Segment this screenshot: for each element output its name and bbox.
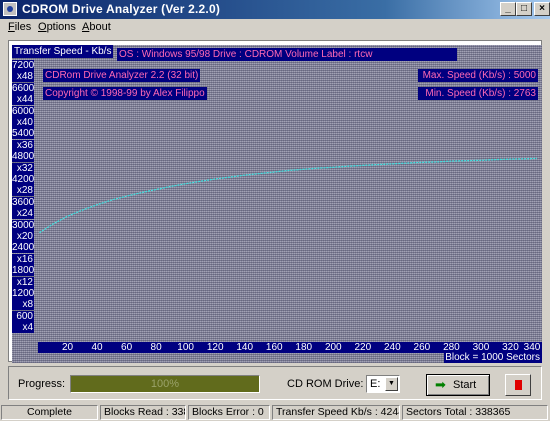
- status-transfer-speed: Transfer Speed Kb/s : 4244: [272, 405, 400, 420]
- menu-about[interactable]: About: [82, 21, 111, 33]
- y-tick-label: 3000: [12, 219, 35, 231]
- y-tick-label: 3600: [12, 196, 35, 208]
- y-tick-label: x16: [12, 253, 34, 265]
- y-axis: 7200 x48 6600 x44 6000 x40 5400 x36 4800 x32 4200 x…: [12, 60, 34, 350]
- menu-bar: Files Options About: [0, 19, 550, 37]
- drive-value: E:: [370, 378, 381, 390]
- x-tick-label: 80: [150, 342, 162, 353]
- y-tick-label: 6600: [12, 82, 35, 94]
- x-tick-label: 60: [121, 342, 133, 353]
- status-state: Complete: [1, 405, 98, 420]
- drive-info-line: OS : Windows 95/98 Drive : CDROM Volume …: [117, 48, 457, 61]
- y-tick-label: x40: [12, 117, 34, 128]
- stop-icon: [515, 380, 522, 390]
- window-title: CDROM Drive Analyzer (Ver 2.2.0): [22, 2, 221, 16]
- menu-files[interactable]: Files: [8, 21, 31, 33]
- app-version-line: CDRom Drive Analyzer 2.2 (32 bit): [43, 69, 201, 82]
- status-blocks-error: Blocks Error : 0: [188, 405, 270, 420]
- arrow-right-icon: ➡: [435, 377, 446, 392]
- y-tick-label: x8: [12, 299, 34, 311]
- title-bar[interactable]: CDROM Drive Analyzer (Ver 2.2.0) _ □ ×: [0, 0, 550, 19]
- y-tick-label: x20: [12, 231, 34, 242]
- speed-axis-label: Transfer Speed - Kb/s: [12, 45, 114, 58]
- x-tick-label: 220: [354, 342, 372, 353]
- start-label: Start: [453, 379, 477, 391]
- x-tick-label: 160: [265, 342, 283, 353]
- x-tick-label: 100: [177, 342, 194, 353]
- x-tick-label: 180: [295, 342, 313, 353]
- y-tick-label: x4: [12, 322, 34, 334]
- y-tick-label: 4800: [12, 151, 35, 163]
- y-tick-label: x44: [12, 94, 34, 106]
- y-tick-label: x24: [12, 208, 34, 220]
- copyright-line: Copyright © 1998-99 by Alex Filippo: [43, 87, 207, 100]
- status-sectors-total: Sectors Total : 338365: [402, 405, 548, 420]
- status-blocks-read: Blocks Read : 338: [100, 405, 186, 420]
- status-bar: Complete Blocks Read : 338 Blocks Error …: [0, 404, 550, 421]
- min-speed-label: Min. Speed (Kb/s) : 2763: [418, 87, 538, 100]
- max-speed-label: Max. Speed (Kb/s) : 5000: [418, 69, 538, 82]
- menu-options[interactable]: Options: [38, 21, 76, 33]
- progress-bar: 100%: [70, 375, 260, 393]
- drive-label: CD ROM Drive:: [287, 378, 364, 390]
- maximize-button[interactable]: □: [516, 2, 532, 16]
- x-tick-label: 260: [413, 342, 431, 353]
- y-tick-label: 4200: [12, 174, 35, 185]
- start-button[interactable]: ➡ Start: [426, 374, 490, 396]
- y-tick-label: 5400: [12, 128, 35, 140]
- x-tick-label: 120: [206, 342, 224, 353]
- y-tick-label: 600: [12, 310, 34, 322]
- y-tick-label: x28: [12, 185, 34, 197]
- progress-label: Progress:: [18, 378, 66, 390]
- x-tick-label: 20: [61, 342, 74, 353]
- chevron-down-icon[interactable]: ▼: [385, 377, 398, 391]
- y-tick-label: x32: [12, 162, 34, 174]
- y-tick-label: x12: [12, 276, 34, 288]
- block-size-label: Block = 1000 Sectors: [444, 352, 542, 363]
- y-tick-label: 1800: [12, 265, 35, 277]
- y-tick-label: x48: [12, 71, 34, 83]
- minimize-button[interactable]: _: [500, 2, 516, 16]
- y-tick-label: 2400: [12, 242, 35, 254]
- y-tick-label: x36: [12, 139, 34, 151]
- x-tick-label: 200: [324, 342, 342, 353]
- y-tick-label: 6000: [12, 105, 35, 117]
- close-button[interactable]: ×: [534, 2, 550, 16]
- y-tick-label: 1200: [12, 288, 35, 299]
- x-tick-label: 140: [236, 342, 254, 353]
- progress-percent: 100%: [150, 378, 180, 390]
- y-tick-label: 7200: [12, 60, 35, 71]
- x-tick-label: 40: [91, 342, 103, 353]
- stop-button[interactable]: [505, 374, 531, 396]
- x-tick-label: 240: [384, 342, 401, 353]
- cdrom-app-icon: [3, 2, 17, 16]
- drive-select[interactable]: E: ▼: [366, 375, 400, 393]
